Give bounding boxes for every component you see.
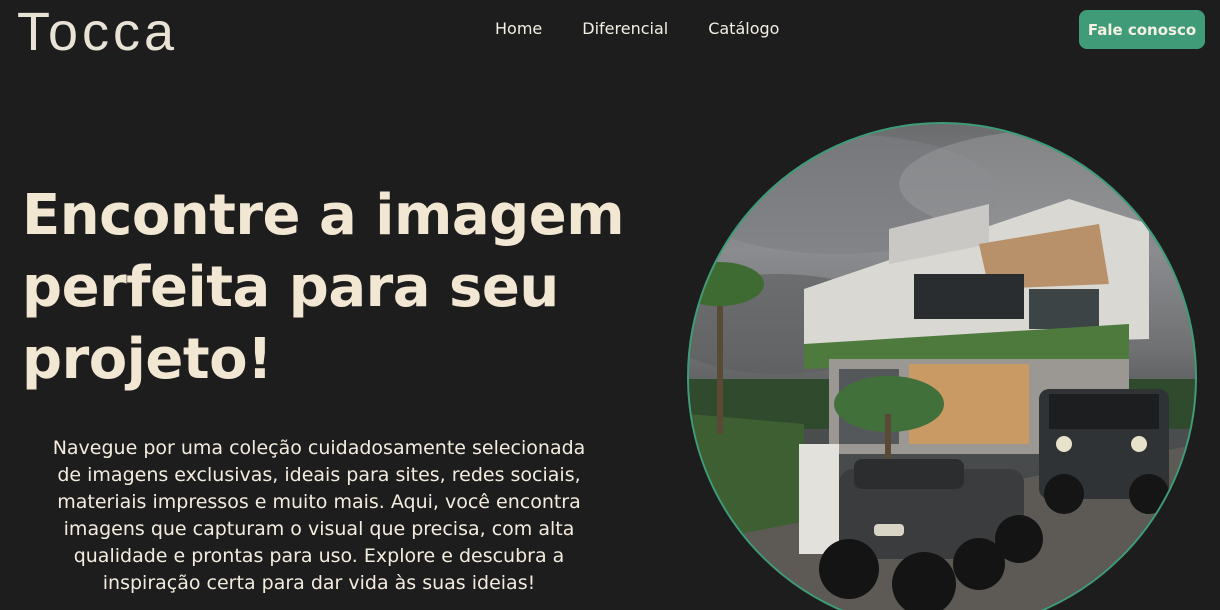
description-line: Navegue por uma coleção cuidadosamente s… bbox=[52, 437, 586, 459]
contact-button[interactable]: Fale conosco bbox=[1079, 10, 1205, 49]
headline-line: projeto! bbox=[22, 327, 273, 392]
description-line: qualidade e prontas para uso. Explore e … bbox=[73, 545, 565, 567]
description-line: inspiração certa para dar vida às suas i… bbox=[102, 572, 536, 594]
description-line: de imagens exclusivas, ideais para sites… bbox=[57, 464, 581, 486]
brand-logo[interactable]: Tocca bbox=[17, 2, 178, 62]
hero-headline: Encontre a imagem perfeita para seu proj… bbox=[22, 180, 642, 396]
headline-line: perfeita para seu bbox=[22, 255, 559, 320]
house-illustration bbox=[689, 129, 1195, 610]
hero-image bbox=[687, 122, 1197, 610]
main-nav: Home Diferencial Catálogo bbox=[495, 19, 779, 39]
nav-item-catalogo[interactable]: Catálogo bbox=[708, 19, 779, 39]
hero-description: Navegue por uma coleção cuidadosamente s… bbox=[14, 435, 624, 597]
description-line: materiais impressos e muito mais. Aqui, … bbox=[57, 491, 581, 513]
page: Tocca Home Diferencial Catálogo Fale con… bbox=[0, 0, 1220, 610]
nav-item-diferencial[interactable]: Diferencial bbox=[582, 19, 668, 39]
nav-item-home[interactable]: Home bbox=[495, 19, 542, 39]
description-line: imagens que capturam o visual que precis… bbox=[63, 518, 575, 540]
headline-line: Encontre a imagem bbox=[22, 183, 625, 248]
